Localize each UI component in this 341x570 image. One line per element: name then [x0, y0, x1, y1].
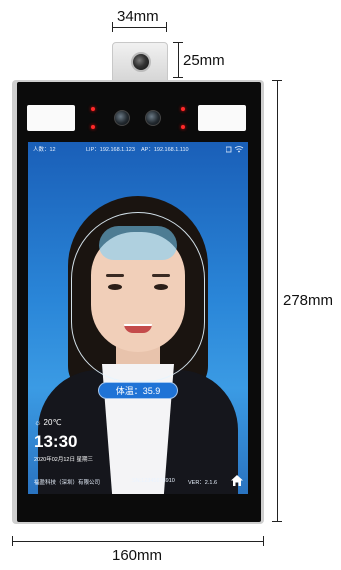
top-width-label: 34mm — [117, 8, 159, 25]
device-screen: 人数：12 LIP：192.168.1.123 AP：192.168.1.110… — [28, 142, 248, 494]
weather-readout: ☼ 20℃ — [34, 418, 62, 427]
led-indicator — [181, 107, 185, 111]
height-tick-bottom — [272, 521, 282, 522]
led-indicator — [181, 125, 185, 129]
camera-height-tick-bottom — [173, 77, 183, 78]
ip-address: LIP：192.168.1.123 — [86, 147, 135, 153]
height-label: 278mm — [283, 292, 334, 309]
right-fill-light — [198, 105, 246, 131]
top-camera-module — [112, 42, 168, 82]
left-fill-light — [27, 105, 75, 131]
wifi-icon — [226, 146, 244, 153]
company-name: 福盈科技（深圳）有限公司 — [34, 480, 101, 486]
width-tick-right — [263, 536, 264, 546]
width-dimension-line — [12, 541, 264, 542]
camera-lens-icon — [131, 52, 151, 72]
clock: 13:30 — [34, 432, 78, 451]
top-width-tick-left — [112, 22, 113, 32]
home-icon[interactable] — [230, 474, 244, 487]
led-indicator — [91, 125, 95, 129]
led-indicator — [91, 107, 95, 111]
camera-height-label: 25mm — [183, 52, 225, 69]
ap-address: AP：192.168.1.110 — [141, 147, 189, 153]
temperature-badge: 体温：35.9 — [98, 382, 178, 399]
top-width-dimension-line — [112, 27, 167, 28]
version: VER：2.1.6 — [188, 480, 218, 486]
top-width-tick-right — [166, 22, 167, 32]
height-tick-top — [272, 80, 282, 81]
face-detection-outline — [71, 212, 205, 382]
serial-number: SN:12345678910 — [132, 478, 175, 484]
camera-height-dimension-line — [178, 42, 179, 78]
camera-height-tick-top — [173, 42, 183, 43]
height-dimension-line — [277, 80, 278, 522]
width-tick-left — [12, 536, 13, 546]
width-label: 160mm — [112, 547, 163, 564]
date-readout: 2020年02月12日 星期三 — [34, 457, 93, 463]
ir-camera-lens-icon — [145, 110, 161, 126]
people-count: 人数：12 — [33, 147, 56, 153]
status-bar: 人数：12 LIP：192.168.1.123 AP：192.168.1.110 — [28, 142, 248, 156]
ir-camera-lens-icon — [114, 110, 130, 126]
